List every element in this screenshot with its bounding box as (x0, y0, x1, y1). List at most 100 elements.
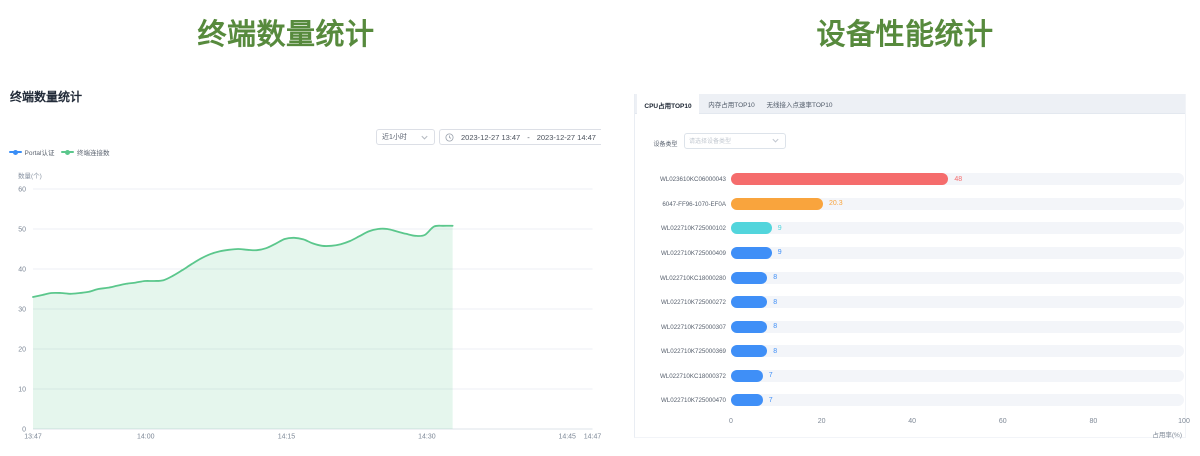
x-axis-tick-label: 14:30 (418, 434, 436, 441)
bar-track (731, 272, 1184, 284)
bar-track (731, 198, 1184, 210)
bar-fill[interactable] (731, 198, 823, 210)
x-axis-tick-label: 80 (1089, 418, 1097, 425)
tab-memory-top10[interactable]: 内存占用TOP10 (699, 94, 764, 114)
y-axis-tick-label: 20 (18, 347, 26, 354)
bar-value-label: 20.3 (829, 200, 843, 207)
date-range-start[interactable]: 2023-12-27 13:47 (461, 133, 520, 142)
bar-fill[interactable] (731, 370, 763, 382)
x-axis-tick-label: 0 (729, 418, 733, 425)
bar-track (731, 345, 1184, 357)
clock-hands (450, 135, 451, 138)
x-axis-unit-label: 占用率(%) (1152, 429, 1182, 439)
x-axis-tick-label: 100 (1178, 418, 1190, 425)
device-type-filter-row: 设备类型 请选择设备类型 (635, 133, 1185, 150)
bar-category-label: WL022710K725000409 (635, 250, 726, 257)
device-type-placeholder: 请选择设备类型 (685, 136, 771, 145)
date-range-separator: - (527, 133, 530, 142)
left-panel-title: 终端数量统计 (126, 17, 446, 54)
bar-value-label: 8 (773, 274, 777, 281)
bar-row: WL022710K725000369 8 (635, 345, 1185, 357)
series-area-fill (33, 226, 453, 429)
bar-track (731, 296, 1184, 308)
x-axis-tick-label: 14:47 (584, 434, 601, 441)
bar-fill[interactable] (731, 272, 767, 284)
x-axis-tick-label: 13:47 (24, 434, 42, 441)
legend-marker-terminal (61, 151, 74, 153)
time-range-select-value: 近1小时 (377, 132, 420, 142)
y-axis-tick-label: 30 (18, 307, 26, 314)
terminal-count-card: 终端数量统计 近1小时 2023-12-27 13:47 - 2023-12-2… (0, 80, 601, 456)
x-axis-tick-label: 40 (908, 418, 916, 425)
x-axis-tick-label: 14:00 (137, 434, 155, 441)
bar-category-label: 6047-FF96-1070-EF0A (635, 201, 726, 208)
bar-fill[interactable] (731, 247, 772, 259)
bar-track (731, 321, 1184, 333)
tab-wireless-rate-top10[interactable]: 无线接入点速率TOP10 (764, 94, 835, 114)
y-axis-tick-label: 40 (18, 267, 26, 274)
bar-fill[interactable] (731, 321, 767, 333)
bar-value-label: 7 (769, 397, 773, 404)
bar-category-label: WL022710KC18000280 (635, 275, 726, 282)
tab-bar: CPU占用TOP10 内存占用TOP10 无线接入点速率TOP10 (635, 94, 1185, 114)
clock-icon-svg (445, 133, 454, 142)
device-type-select[interactable]: 请选择设备类型 (684, 133, 786, 149)
time-range-select[interactable]: 近1小时 (376, 129, 435, 145)
bar-row: WL022710K725000307 8 (635, 321, 1185, 333)
bar-fill[interactable] (731, 394, 763, 406)
bar-row: WL022710KC18000280 8 (635, 272, 1185, 284)
bar-track (731, 370, 1184, 382)
bar-category-label: WL022710K725000307 (635, 324, 726, 331)
chevron-down-path (422, 136, 427, 139)
bar-fill[interactable] (731, 345, 767, 357)
bar-row: WL022710KC18000372 7 (635, 370, 1185, 382)
bar-category-label: WL022710K725000470 (635, 397, 726, 404)
bar-value-label: 7 (769, 372, 773, 379)
device-performance-card: CPU占用TOP10 内存占用TOP10 无线接入点速率TOP10 设备类型 请… (634, 94, 1186, 438)
bar-row: WL022710K725000102 9 (635, 222, 1185, 234)
device-type-label: 设备类型 (654, 139, 678, 148)
terminal-count-line-chart: 010203040506013:4714:0014:1514:3014:4514… (0, 160, 601, 456)
clock-icon (445, 133, 454, 142)
y-axis-tick-label: 10 (18, 387, 26, 394)
bar-fill[interactable] (731, 173, 948, 185)
bar-value-label: 9 (778, 249, 782, 256)
bar-value-label: 8 (773, 299, 777, 306)
bar-category-label: WL022710K725000369 (635, 348, 726, 355)
bar-category-label: WL022710K725000102 (635, 225, 726, 232)
bar-category-label: WL022710K725000272 (635, 299, 726, 306)
bar-row: 6047-FF96-1070-EF0A 20.3 (635, 198, 1185, 210)
bar-row: WL022710K725000470 7 (635, 394, 1185, 406)
legend-label-terminal: 终端连接数 (77, 147, 110, 157)
bar-value-label: 8 (773, 323, 777, 330)
bar-fill[interactable] (731, 296, 767, 308)
x-axis-tick-label: 60 (999, 418, 1007, 425)
x-axis-tick-label: 14:45 (558, 434, 576, 441)
x-axis-tick-label: 14:15 (278, 434, 296, 441)
bar-value-label: 8 (773, 348, 777, 355)
chevron-down-icon (771, 136, 780, 145)
y-axis-tick-label: 50 (18, 227, 26, 234)
x-axis-tick-label: 20 (818, 418, 826, 425)
bar-row: WL022710K725000272 8 (635, 296, 1185, 308)
y-axis-tick-label: 60 (18, 187, 26, 194)
bar-category-label: WL023610KC06000043 (635, 176, 726, 183)
bar-fill[interactable] (731, 222, 772, 234)
bar-category-label: WL022710KC18000372 (635, 373, 726, 380)
date-range-picker[interactable]: 2023-12-27 13:47 - 2023-12-27 14:47 (439, 129, 601, 145)
bar-track (731, 247, 1184, 259)
terminal-count-card-title: 终端数量统计 (10, 88, 82, 105)
right-panel-title: 设备性能统计 (745, 17, 1065, 54)
chart-legend: Portal认证 终端连接数 (9, 146, 116, 158)
chevron-down-icon (420, 133, 429, 142)
bar-track (731, 394, 1184, 406)
legend-item-portal[interactable]: Portal认证 (9, 147, 54, 157)
legend-item-terminal[interactable]: 终端连接数 (61, 147, 109, 157)
bar-row: WL022710K725000409 9 (635, 247, 1185, 259)
bar-value-label: 48 (954, 176, 962, 183)
bar-row: WL023610KC06000043 48 (635, 173, 1185, 185)
tab-cpu-top10[interactable]: CPU占用TOP10 (637, 94, 699, 115)
bar-value-label: 9 (778, 225, 782, 232)
date-range-end[interactable]: 2023-12-27 14:47 (537, 133, 596, 142)
legend-label-portal: Portal认证 (25, 147, 55, 157)
